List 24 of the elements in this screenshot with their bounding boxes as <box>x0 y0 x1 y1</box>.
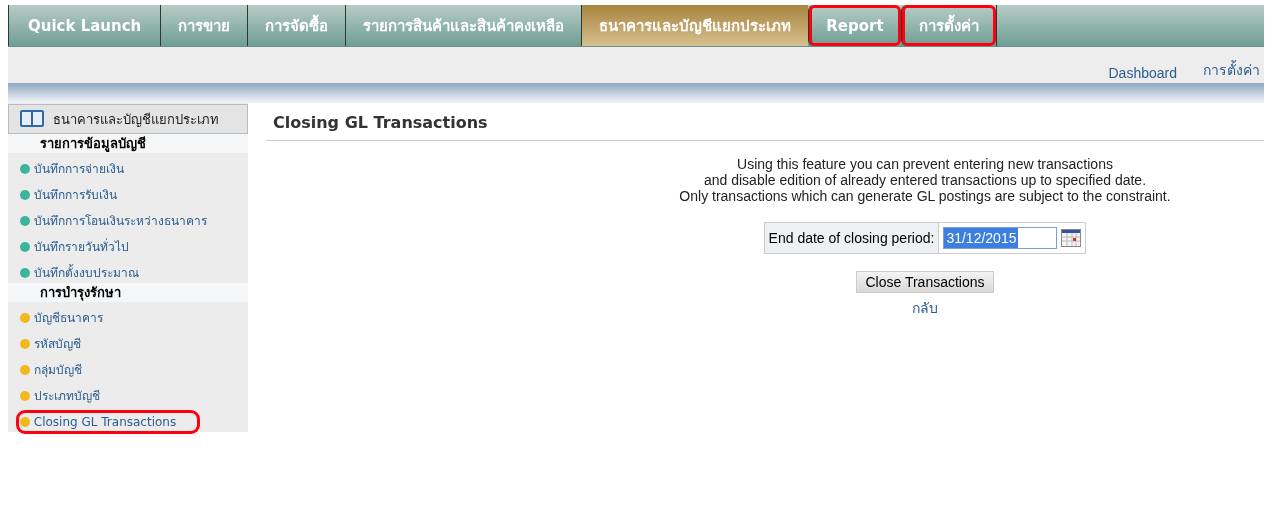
description-text: Only transactions which can generate GL postings are subject to the constraint. <box>679 188 1171 204</box>
book-icon <box>19 109 45 129</box>
sidebar-link[interactable]: บันทึกตั้งงบประมาณ <box>20 266 139 280</box>
description-text: and disable edition of already entered transactions up to specified date. <box>702 172 1148 188</box>
sidebar-link[interactable]: บันทึกการรับเงิน <box>20 188 117 202</box>
top-link[interactable]: การตั้งค่า <box>1203 59 1260 81</box>
date-field[interactable]: 31/12/2015 <box>943 227 1058 249</box>
sidebar-link[interactable]: บัญชีธนาคาร <box>20 311 103 325</box>
top-link[interactable]: Dashboard <box>1108 65 1177 81</box>
sidebar-link[interactable]: บันทึกการโอนเงินระหว่างธนาคาร <box>20 214 207 228</box>
calendar-icon[interactable] <box>1061 229 1082 247</box>
section-heading: รายการข้อมูลบัญชี <box>8 134 248 153</box>
back-link[interactable]: กลับ <box>912 297 938 319</box>
description-text: Using this feature you can prevent entering new transactions <box>736 156 1114 172</box>
section-heading: การบำรุงรักษา <box>8 283 248 302</box>
sidebar-link[interactable]: บันทึกรายวันทั่วไป <box>20 240 129 254</box>
sidebar-link[interactable]: ประเภทบัญชี <box>20 389 100 403</box>
sidebar-link[interactable]: บันทึกการจ่ายเงิน <box>20 162 124 176</box>
close-transactions-button[interactable]: Close Transactions <box>856 271 994 293</box>
sidebar-title: ธนาคารและบัญชีแยกประเภท <box>53 110 219 129</box>
page-title: Closing GL Transactions <box>266 103 1264 141</box>
sidebar-link[interactable]: Closing GL Transactions <box>20 414 197 430</box>
sidebar-link[interactable]: กลุ่มบัญชี <box>20 363 82 377</box>
sidebar-link[interactable]: รหัสบัญชี <box>20 337 81 351</box>
